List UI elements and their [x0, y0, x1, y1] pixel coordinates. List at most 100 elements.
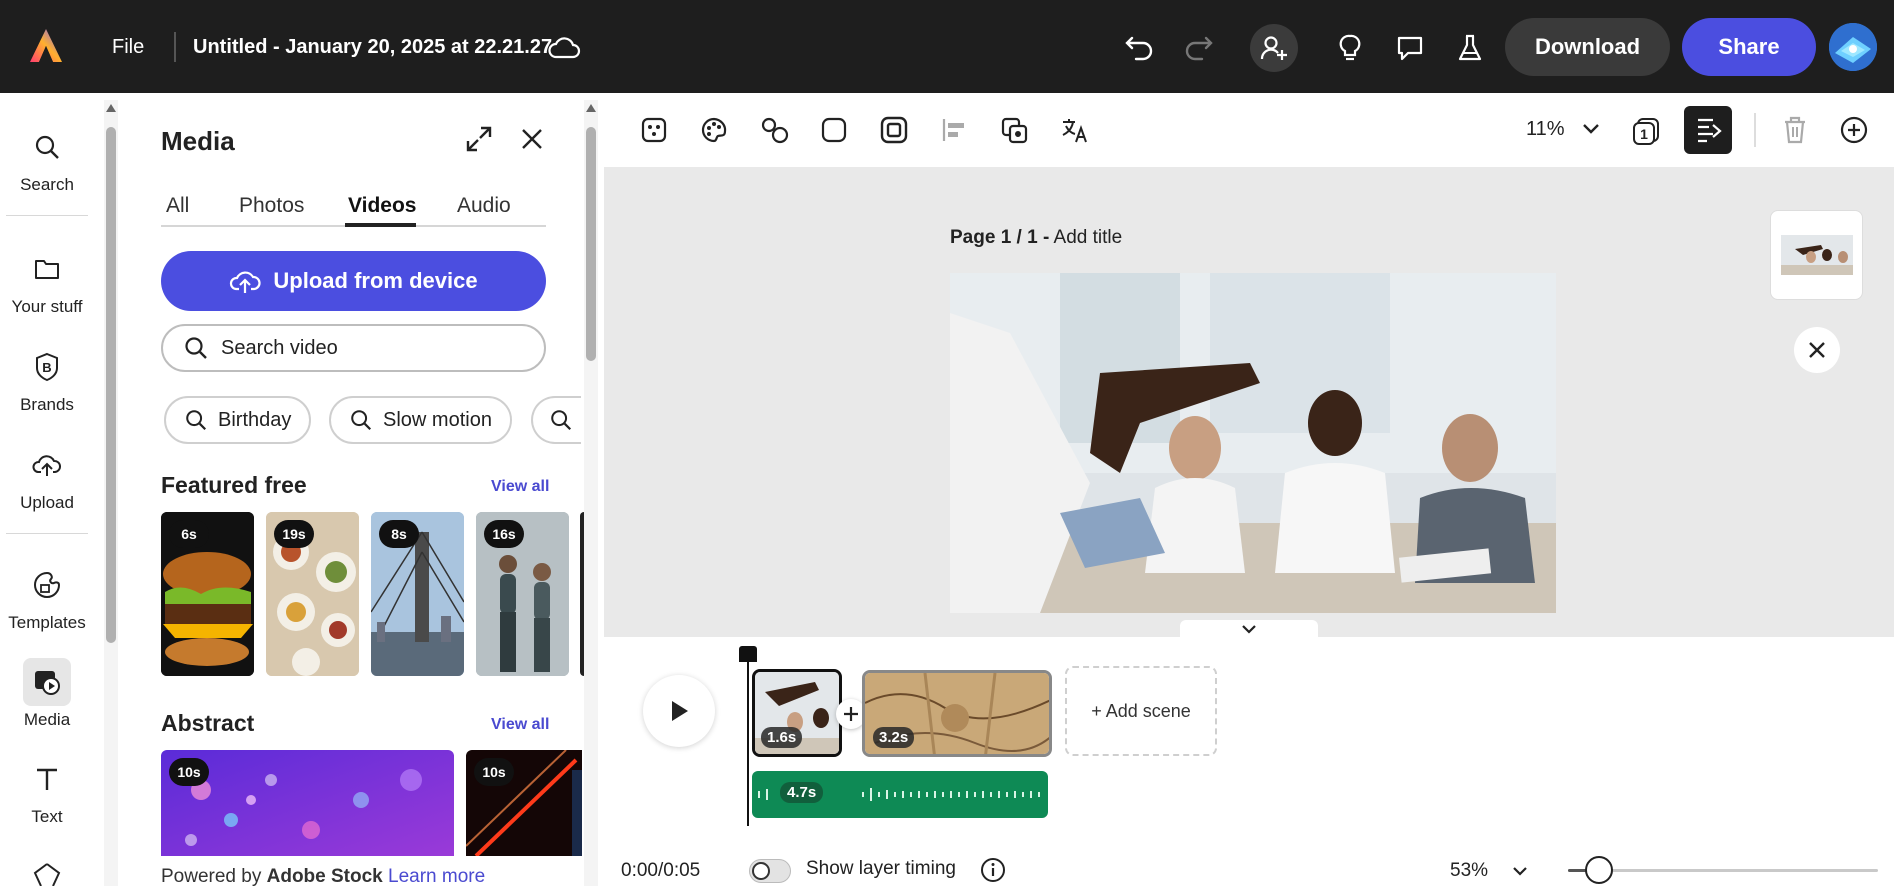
add-title-link[interactable]: Add title: [1054, 227, 1123, 248]
rail-item-media[interactable]: Media: [0, 658, 94, 730]
page-thumbnail[interactable]: [1770, 210, 1863, 300]
shape-mask-icon[interactable]: [760, 116, 790, 144]
play-icon: [672, 701, 688, 721]
file-menu[interactable]: File: [112, 36, 144, 59]
document-title[interactable]: Untitled - January 20, 2025 at 22.21.27: [193, 36, 552, 59]
video-thumbnail[interactable]: 8s: [371, 512, 464, 676]
undo-icon[interactable]: [1118, 26, 1162, 70]
pages-icon[interactable]: 1: [1632, 116, 1662, 146]
duration-badge: 10s: [169, 758, 209, 786]
trash-icon[interactable]: [1782, 115, 1808, 145]
rail-item-your-stuff[interactable]: Your stuff: [0, 245, 94, 317]
upload-label: Upload from device: [273, 268, 478, 293]
scene-duration: 1.6s: [761, 727, 803, 748]
tab-photos[interactable]: Photos: [239, 194, 304, 218]
zoom-level[interactable]: 11%: [1526, 118, 1565, 141]
beta-flask-icon[interactable]: [1448, 26, 1492, 70]
close-pages-button[interactable]: [1794, 327, 1840, 373]
chevron-down-icon[interactable]: [1582, 123, 1600, 135]
templates-icon: [23, 561, 71, 609]
video-thumbnail[interactable]: 6s: [161, 512, 254, 676]
search-video-input[interactable]: Search video: [161, 324, 546, 372]
scene-clip[interactable]: 3.2s: [862, 670, 1052, 757]
panel-scroll-thumb[interactable]: [586, 127, 596, 361]
comment-icon[interactable]: [1388, 26, 1432, 70]
rail-label: Templates: [8, 613, 86, 632]
redo-icon[interactable]: [1176, 26, 1220, 70]
rail-item-search[interactable]: Search: [0, 123, 94, 195]
elements-icon[interactable]: [32, 861, 62, 886]
translate-icon[interactable]: [1060, 116, 1090, 144]
rail-scroll-thumb[interactable]: [106, 127, 116, 643]
playhead-line[interactable]: [747, 660, 749, 826]
chip-slow-motion[interactable]: Slow motion: [329, 396, 512, 444]
tab-videos[interactable]: Videos: [348, 194, 416, 218]
page-header: Page 1 / 1 - Add title: [950, 227, 1122, 249]
rail-label: Media: [23, 710, 71, 729]
color-palette-icon[interactable]: [700, 116, 728, 144]
canvas-toolbar: 11% 1: [604, 93, 1894, 167]
scroll-up-arrow-icon[interactable]: [586, 104, 596, 112]
rail-item-brands[interactable]: B Brands: [0, 343, 94, 415]
crop-frame-icon[interactable]: [820, 116, 848, 144]
panel-title: Media: [161, 126, 235, 156]
download-button[interactable]: Download: [1505, 18, 1670, 76]
rail-label: Upload: [20, 493, 74, 512]
cloud-sync-icon[interactable]: [542, 26, 586, 70]
rail-item-templates[interactable]: Templates: [0, 561, 94, 633]
divider: [6, 215, 88, 216]
share-button[interactable]: Share: [1682, 18, 1816, 76]
layers-icon[interactable]: [1000, 116, 1030, 144]
add-scene-button[interactable]: + Add scene: [1065, 666, 1217, 756]
adobe-express-logo-icon[interactable]: [24, 24, 68, 68]
view-all-link[interactable]: View all: [491, 716, 549, 734]
powered-by-footer: Powered by Adobe Stock Learn more: [161, 866, 485, 888]
collapse-canvas-tab[interactable]: [1180, 620, 1318, 638]
scene-duration: 3.2s: [873, 727, 915, 748]
canvas-video-frame[interactable]: [950, 273, 1556, 613]
timeline-zoom-slider[interactable]: [1568, 856, 1878, 884]
search-icon: [186, 410, 207, 431]
tab-all[interactable]: All: [166, 194, 189, 218]
add-icon[interactable]: [1839, 115, 1869, 145]
invite-user-icon[interactable]: [1250, 24, 1298, 72]
chip-overflow[interactable]: [531, 396, 581, 444]
timeline-zoom-level[interactable]: 53%: [1450, 860, 1488, 882]
audio-track[interactable]: 4.7s: [752, 771, 1048, 818]
info-icon[interactable]: [980, 857, 1006, 883]
close-icon[interactable]: [520, 127, 544, 151]
layer-timing-toggle[interactable]: [749, 859, 791, 883]
lightbulb-icon[interactable]: [1328, 26, 1372, 70]
video-thumbnail[interactable]: 16s: [476, 512, 569, 676]
play-button[interactable]: [643, 675, 715, 747]
video-thumbnail[interactable]: 19s: [266, 512, 359, 676]
learn-more-link[interactable]: Learn more: [388, 866, 485, 887]
rail-item-upload[interactable]: Upload: [0, 441, 94, 513]
cloud-upload-icon: [230, 271, 262, 293]
active-tab-indicator: [345, 223, 416, 227]
expand-icon[interactable]: [464, 124, 494, 154]
scene-clip[interactable]: 1.6s: [752, 669, 842, 757]
view-all-link[interactable]: View all: [491, 478, 549, 496]
align-icon[interactable]: [940, 116, 968, 144]
chip-birthday[interactable]: Birthday: [164, 396, 312, 444]
time-readout: 0:00/0:05: [621, 860, 701, 881]
rail-item-text[interactable]: Text: [0, 755, 94, 827]
search-icon: [551, 410, 572, 431]
rail-label: Text: [31, 807, 63, 826]
rail-label: Search: [20, 175, 74, 194]
border-icon[interactable]: [880, 116, 908, 144]
chevron-down-icon[interactable]: [1512, 866, 1528, 878]
video-thumbnail[interactable]: 10s: [161, 750, 454, 856]
chip-label: Slow motion: [383, 408, 492, 431]
layer-timing-label: Show layer timing: [806, 858, 956, 879]
slider-knob[interactable]: [1585, 856, 1613, 884]
timeline-toggle-icon[interactable]: [1684, 106, 1732, 154]
video-thumbnail[interactable]: 10s: [466, 750, 582, 856]
upload-from-device-button[interactable]: Upload from device: [161, 251, 546, 311]
tab-audio[interactable]: Audio: [457, 194, 511, 218]
animate-icon[interactable]: [640, 116, 668, 144]
playhead-handle[interactable]: [739, 646, 757, 662]
scroll-up-arrow-icon[interactable]: [106, 104, 116, 112]
avatar[interactable]: [1829, 23, 1877, 71]
